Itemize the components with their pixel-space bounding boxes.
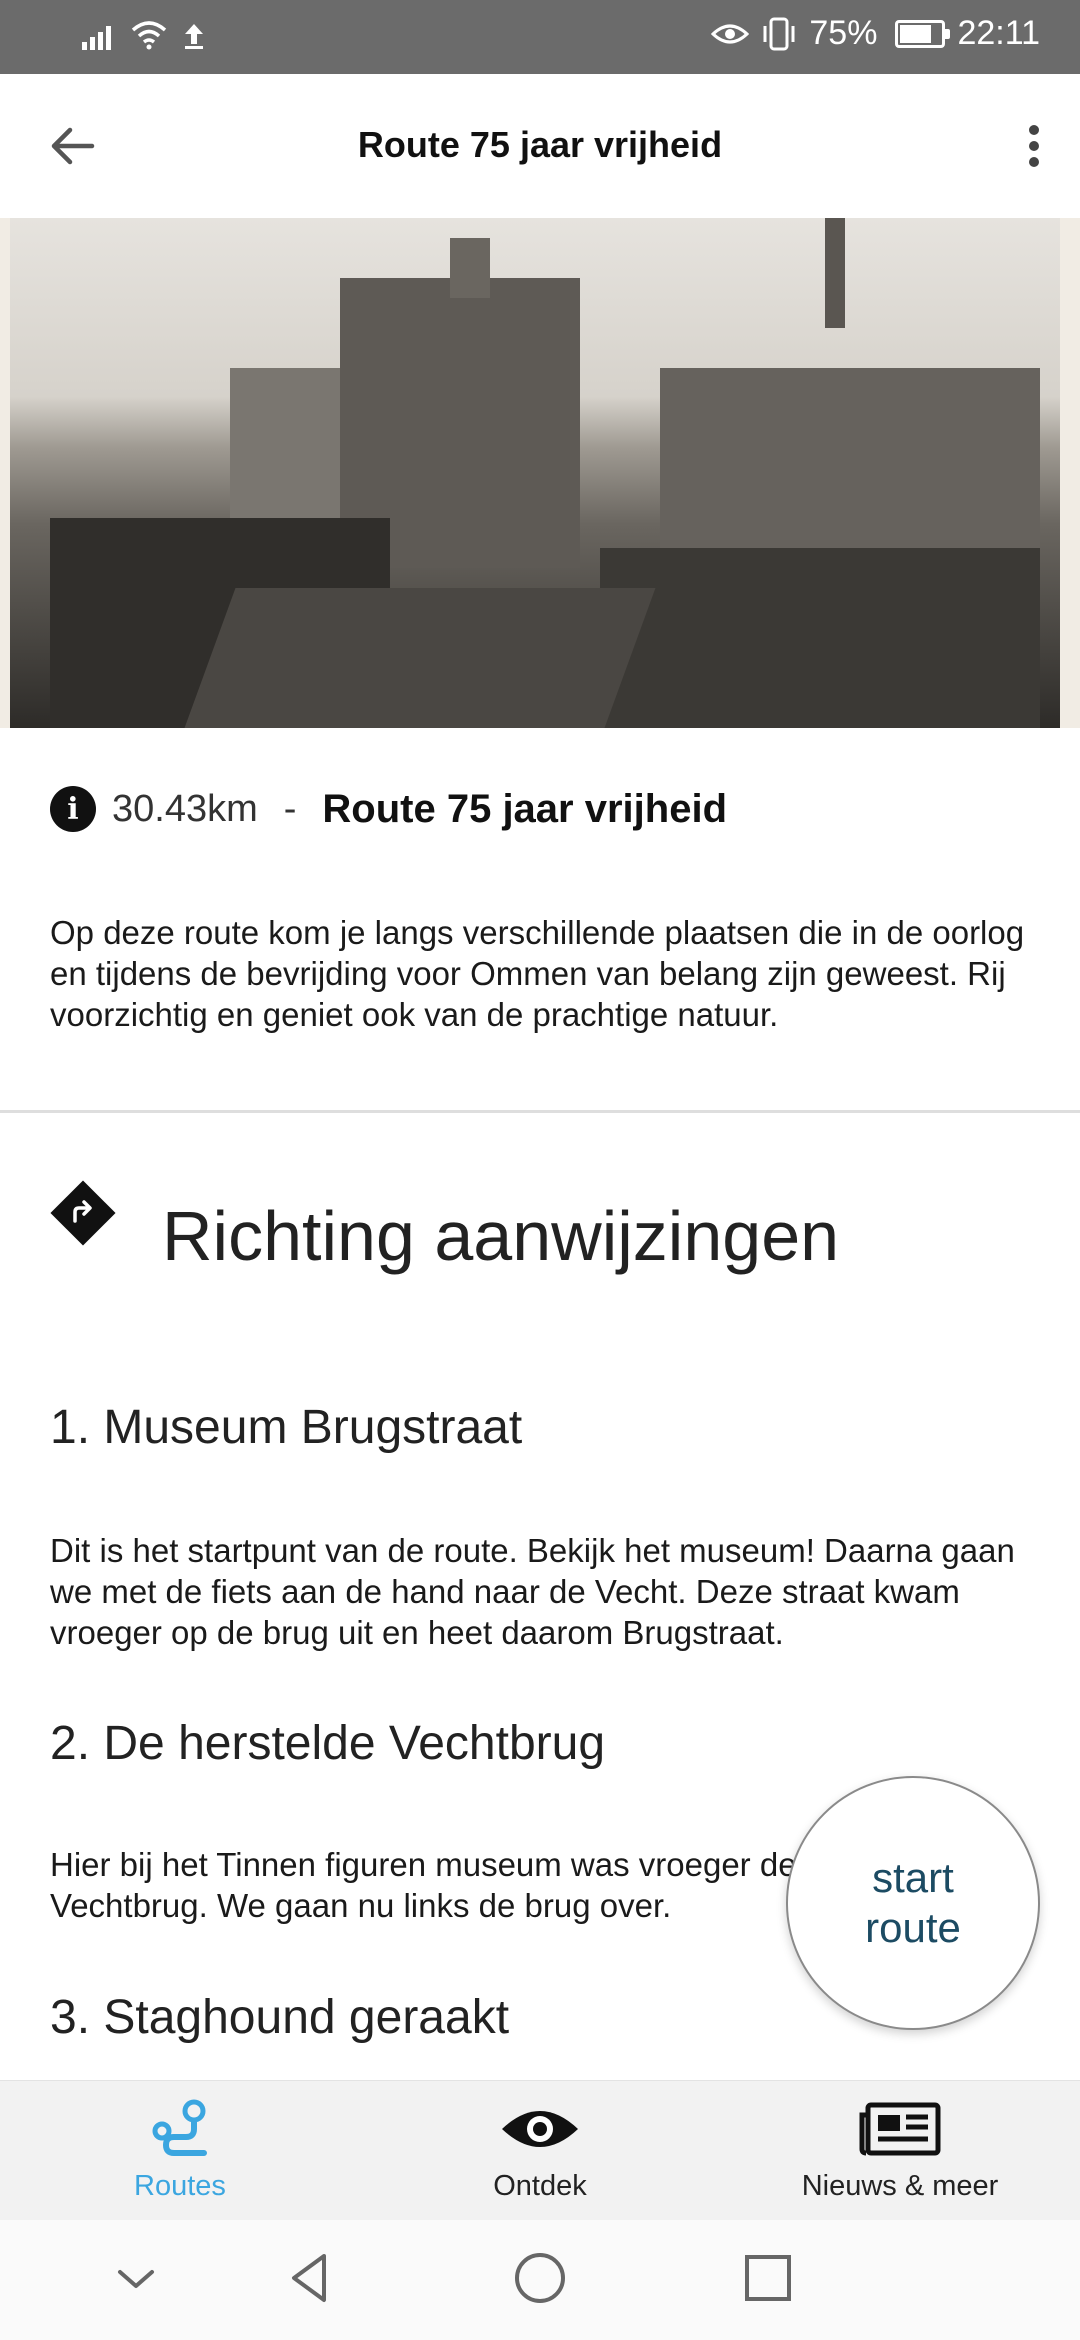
- battery-percent: 75%: [809, 14, 878, 52]
- home-circle-icon[interactable]: [510, 2248, 570, 2308]
- status-left-icons: [82, 20, 206, 50]
- bottom-navigation: Routes Ontdek Nieuws & meer: [0, 2080, 1080, 2221]
- upload-icon: [185, 24, 203, 49]
- wifi-icon: [131, 21, 167, 50]
- status-bar: 75% 22:11: [0, 0, 1080, 74]
- step-title: 3. Staghound geraakt: [50, 1991, 510, 2044]
- vibrate-icon: [763, 17, 795, 50]
- step-text: Hier bij het Tinnen figuren museum was v…: [50, 1846, 797, 1924]
- start-route-label-line2: route: [865, 1904, 961, 1951]
- nav-label-ontdek: Ontdek: [493, 2170, 587, 2202]
- status-right: 75% 22:11: [711, 14, 1040, 53]
- recents-square-icon[interactable]: [738, 2248, 798, 2308]
- route-description: Op deze route kom je langs verschillende…: [50, 914, 1025, 1033]
- route-photo: [0, 218, 1080, 728]
- divider: [0, 1110, 1080, 1113]
- app-bar: Route 75 jaar vrijheid: [0, 74, 1080, 219]
- newspaper-icon: [859, 2102, 941, 2156]
- step-title: 2. De herstelde Vechtbrug: [50, 1717, 606, 1770]
- directions-title: Richting aanwijzingen: [162, 1197, 840, 1275]
- nav-item-nieuws[interactable]: Nieuws & meer: [750, 2099, 1050, 2203]
- route-info: i 30.43km - Route 75 jaar vrijheid: [50, 786, 727, 832]
- historic-photo-image: [10, 218, 1060, 728]
- step-title: 1. Museum Brugstraat: [50, 1401, 523, 1454]
- info-icon: i: [50, 786, 96, 832]
- nav-label-routes: Routes: [134, 2170, 226, 2202]
- start-route-button[interactable]: start route: [786, 1776, 1040, 2030]
- chevron-down-icon[interactable]: [106, 2248, 166, 2308]
- overflow-menu-icon[interactable]: [1018, 120, 1050, 172]
- turn-right-icon: [50, 1180, 116, 1246]
- route-distance: 30.43km: [112, 787, 258, 830]
- separator: -: [283, 787, 297, 830]
- nav-label-nieuws: Nieuws & meer: [801, 2170, 999, 2202]
- route-icon: [152, 2099, 207, 2156]
- back-triangle-icon[interactable]: [280, 2248, 340, 2308]
- step-text: Dit is het startpunt van de route. Bekij…: [50, 1532, 1015, 1651]
- nav-item-ontdek[interactable]: Ontdek: [390, 2099, 690, 2203]
- eye-icon: [502, 2111, 578, 2147]
- page-title: Route 75 jaar vrijheid: [357, 124, 723, 165]
- route-name: Route 75 jaar vrijheid: [322, 786, 727, 831]
- signal-icon: [82, 26, 111, 50]
- eye-comfort-icon: [711, 24, 750, 43]
- battery-icon: [895, 19, 951, 48]
- start-route-label-line1: start: [872, 1854, 954, 1901]
- clock: 22:11: [957, 14, 1040, 52]
- directions-header: [50, 1180, 116, 1246]
- nav-item-routes[interactable]: Routes: [30, 2099, 330, 2203]
- system-navigation-bar: [0, 2220, 1080, 2340]
